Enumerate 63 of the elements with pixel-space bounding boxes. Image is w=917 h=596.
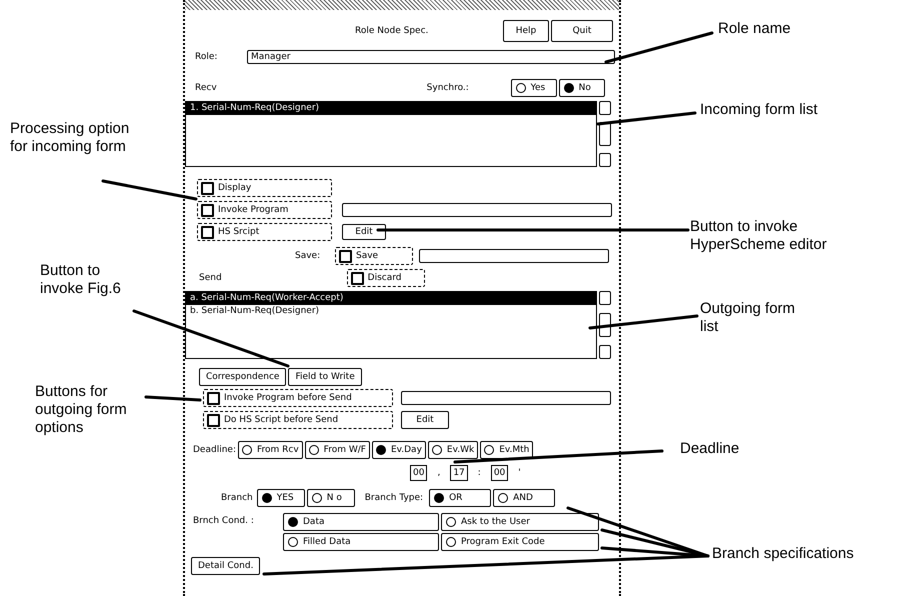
time-separator: ' xyxy=(518,468,521,478)
role-field[interactable]: Manager xyxy=(247,50,615,64)
annotation: Outgoing form list xyxy=(700,300,796,336)
check-button[interactable]: Invoke Program xyxy=(197,201,332,219)
radio-button[interactable]: Ev.Mth xyxy=(480,441,534,459)
annotation: Branch specifications xyxy=(712,545,854,563)
radio-button[interactable]: OR xyxy=(429,489,492,507)
time-separator: : xyxy=(478,468,481,478)
synchro-label: Synchro.: xyxy=(426,83,470,93)
annotation: Deadline xyxy=(680,440,740,458)
time-field[interactable]: 00 xyxy=(410,465,428,481)
quit-button[interactable]: Quit xyxy=(551,20,613,42)
deadline-label: Deadline: xyxy=(193,445,236,455)
check-button[interactable]: Discard xyxy=(346,269,425,287)
send-label: Send xyxy=(199,273,222,283)
radio-button[interactable]: Data xyxy=(283,513,439,531)
save-field[interactable] xyxy=(419,249,609,263)
radio-button[interactable]: Ask to the User xyxy=(441,513,599,531)
program-field[interactable] xyxy=(401,391,611,405)
time-separator: , xyxy=(437,468,440,478)
role-label: Role: xyxy=(195,52,218,62)
radio-button[interactable]: No xyxy=(558,79,605,97)
detail-condition-button[interactable]: Detail Cond. xyxy=(191,557,260,575)
branch-label: Branch xyxy=(221,493,253,503)
radio-button[interactable]: Program Exit Code xyxy=(441,533,599,551)
radio-button[interactable]: YES xyxy=(256,489,305,507)
annotation: Buttons for outgoing form options xyxy=(35,383,127,437)
list-item[interactable]: b. Serial-Num-Req(Designer) xyxy=(186,305,596,318)
radio-button[interactable]: AND xyxy=(493,489,556,507)
check-button[interactable]: HS Srcipt xyxy=(197,223,332,241)
save-label: Save: xyxy=(295,251,322,261)
check-button[interactable]: Display xyxy=(197,179,332,197)
check-button[interactable]: Save xyxy=(335,247,413,265)
dialog-title: Role Node Spec. xyxy=(355,26,430,36)
annotation: Role name xyxy=(718,20,791,38)
annotation: Button to invoke HyperScheme editor xyxy=(690,218,827,254)
check-button[interactable]: Invoke Program before Send xyxy=(203,389,393,407)
radio-button[interactable]: Ev.Wk xyxy=(428,441,478,459)
edit-button[interactable]: Edit xyxy=(342,224,386,240)
radio-button[interactable]: Ev.Day xyxy=(372,441,426,459)
branch-type-label: Branch Type: xyxy=(364,493,424,503)
list-item[interactable]: 1. Serial-Num-Req(Designer) xyxy=(186,102,596,115)
time-field[interactable]: 00 xyxy=(490,465,508,481)
scroll-bar[interactable] xyxy=(599,291,611,359)
program-field[interactable] xyxy=(342,203,612,217)
radio-button[interactable]: Filled Data xyxy=(283,533,439,551)
branch-condition-label: Brnch Cond. : xyxy=(193,516,255,526)
annotation: Incoming form list xyxy=(700,101,818,119)
check-button[interactable]: Do HS Script before Send xyxy=(203,411,393,429)
correspondence-button[interactable]: Correspondence xyxy=(199,368,286,386)
scroll-bar[interactable] xyxy=(599,101,611,167)
radio-button[interactable]: N o xyxy=(306,489,355,507)
edit-button[interactable]: Edit xyxy=(401,411,449,429)
help-button[interactable]: Help xyxy=(503,20,549,42)
radio-button[interactable]: Yes xyxy=(510,79,557,97)
radio-button[interactable]: From Rcv xyxy=(238,441,303,459)
time-field[interactable]: 17 xyxy=(450,465,468,481)
radio-button[interactable]: From W/F xyxy=(304,441,370,459)
annotation: Button to invoke Fig.6 xyxy=(40,262,121,298)
list-item[interactable]: a. Serial-Num-Req(Worker-Accept) xyxy=(186,292,596,305)
annotation: Processing option for incoming form xyxy=(10,120,130,156)
field-to-write-button[interactable]: Field to Write xyxy=(288,368,362,386)
recv-label: Recv xyxy=(195,83,217,93)
